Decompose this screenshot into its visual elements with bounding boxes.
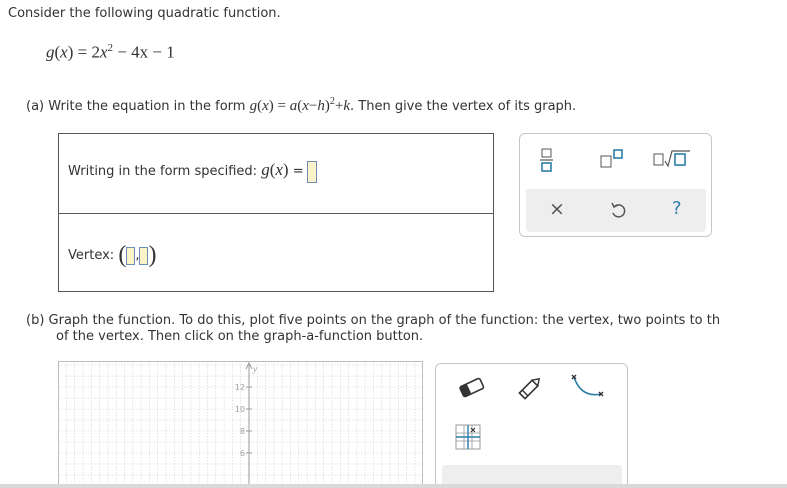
function-definition: g(x) = 2x2 − 4x − 1	[46, 42, 175, 62]
exponent-icon[interactable]	[600, 149, 624, 169]
clear-icon[interactable]: ×	[549, 198, 565, 220]
points-grid-icon[interactable]	[455, 424, 481, 450]
bottom-scrollbar[interactable]	[0, 484, 787, 488]
y-tick-label: 6	[240, 449, 245, 458]
part-a-prompt: (a) Write the equation in the form g(x) …	[26, 96, 577, 114]
y-tick-label: 12	[235, 383, 245, 392]
undo-icon[interactable]	[610, 201, 626, 219]
pencil-icon[interactable]	[516, 374, 544, 402]
graph-grid[interactable]: y 12 10 8 6	[58, 361, 423, 488]
vertex-x-input[interactable]	[126, 246, 136, 265]
equation-answer-input[interactable]	[306, 160, 317, 183]
answer-divider	[59, 213, 493, 214]
parabola-icon[interactable]	[571, 372, 605, 402]
y-tick-label: 10	[235, 405, 245, 414]
graph-toolbox	[435, 363, 628, 488]
equation-row-label: Writing in the form specified:	[68, 164, 258, 179]
eraser-icon[interactable]	[458, 377, 486, 399]
fraction-icon[interactable]	[540, 148, 554, 172]
graph-canvas[interactable]: y 12 10 8 6	[58, 361, 423, 488]
part-b-prompt: (b) Graph the function. To do this, plot…	[26, 313, 721, 344]
intro-text: Consider the following quadratic functio…	[8, 6, 281, 21]
sqrt-icon[interactable]	[653, 149, 691, 169]
math-keypad: × ?	[519, 133, 712, 237]
answer-box: Writing in the form specified: g(x) = Ve…	[58, 133, 494, 292]
equation-row: Writing in the form specified: g(x) =	[68, 160, 317, 183]
help-icon[interactable]: ?	[672, 198, 682, 219]
vertex-form-expression: g(x) = a(x−h)2+k	[249, 96, 350, 114]
y-tick-label: 8	[240, 427, 245, 436]
vertex-label: Vertex:	[68, 248, 115, 263]
y-axis-label: y	[252, 364, 257, 374]
vertex-row: Vertex: (,)	[68, 242, 157, 268]
